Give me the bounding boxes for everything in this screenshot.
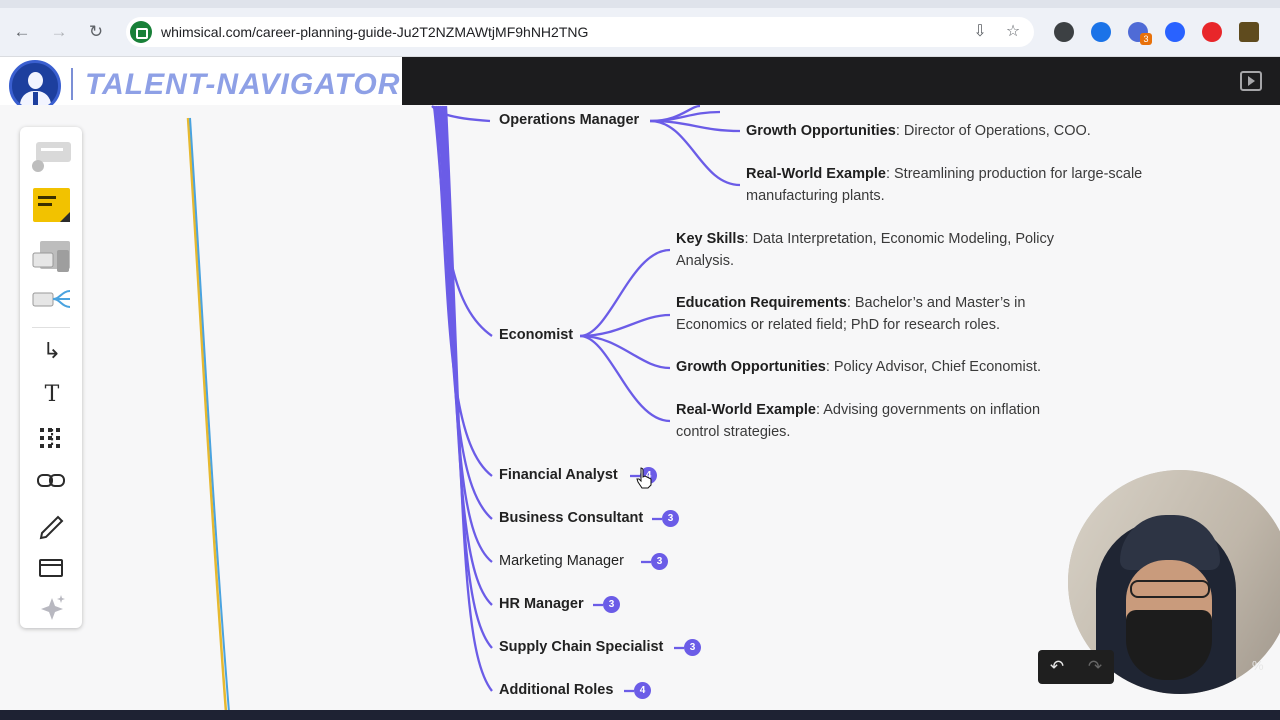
- node-marketing-manager[interactable]: Marketing Manager: [499, 553, 624, 569]
- node-economist[interactable]: Economist: [499, 327, 573, 343]
- node-hr-manager[interactable]: HR Manager: [499, 596, 584, 612]
- text-tool-icon[interactable]: T: [29, 375, 75, 415]
- grid-shapes-icon[interactable]: ⁞: [29, 418, 75, 458]
- redo-icon[interactable]: ↷: [1084, 655, 1106, 679]
- zoom-level[interactable]: %: [1252, 658, 1264, 673]
- os-taskbar: [0, 710, 1280, 720]
- collapsed-count-badge[interactable]: 3: [651, 553, 668, 570]
- leaf-growth-opportunities[interactable]: Growth Opportunities: Policy Advisor, Ch…: [676, 357, 1096, 379]
- hand-cursor-icon: [636, 467, 652, 489]
- node-operations-manager[interactable]: Operations Manager: [499, 112, 639, 128]
- collapsed-count-badge[interactable]: 3: [662, 510, 679, 527]
- leaf-real-world-example[interactable]: Real-World Example: Streamlining product…: [746, 164, 1166, 207]
- connector-arrow-icon[interactable]: ↳: [29, 331, 75, 371]
- node-supply-chain-specialist[interactable]: Supply Chain Specialist: [499, 639, 663, 655]
- toolbar-divider: [32, 327, 70, 328]
- node-business-consultant[interactable]: Business Consultant: [499, 510, 643, 526]
- undo-icon[interactable]: ↶: [1046, 655, 1068, 679]
- leaf-education-requirements[interactable]: Education Requirements: Bachelor’s and M…: [676, 293, 1076, 336]
- node-financial-analyst[interactable]: Financial Analyst: [499, 467, 618, 483]
- leaf-real-world-example[interactable]: Real-World Example: Advising governments…: [676, 400, 1086, 443]
- leaf-key-skills[interactable]: Key Skills: Data Interpretation, Economi…: [676, 229, 1096, 272]
- collapsed-count-badge[interactable]: 4: [634, 682, 651, 699]
- leaf-growth-opportunities[interactable]: Growth Opportunities: Director of Operat…: [746, 121, 1166, 143]
- collapsed-count-badge[interactable]: 3: [603, 596, 620, 613]
- collapsed-count-badge[interactable]: 3: [684, 639, 701, 656]
- node-additional-roles[interactable]: Additional Roles: [499, 682, 613, 698]
